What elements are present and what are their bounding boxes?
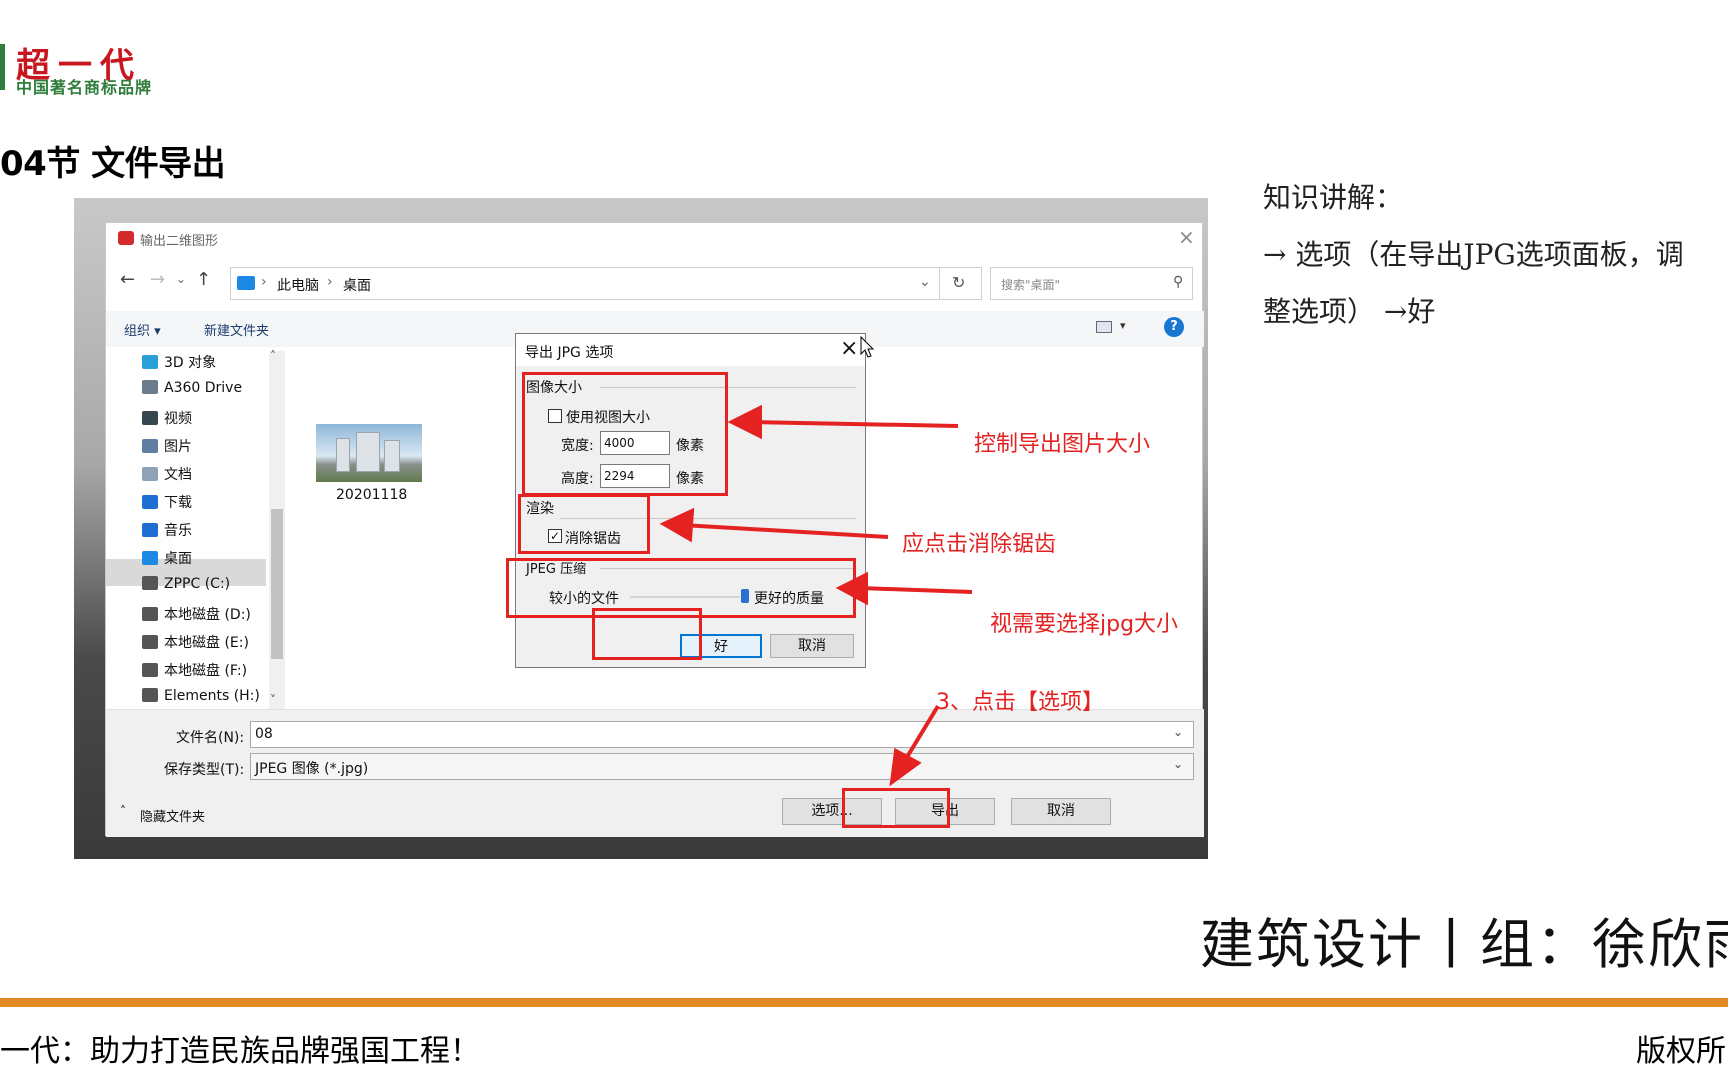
footer-slogan: 一代：助力打造民族品牌强国工程！ — [0, 1034, 480, 1069]
footer-copyright: 版权所 — [1636, 1034, 1726, 1069]
annotation-step-3: 3、点击【选项】 — [936, 690, 1104, 715]
footer-divider — [0, 998, 1728, 1007]
course-title: 建筑设计丨组：徐欣雨 — [1200, 913, 1728, 976]
annotation-quality: 视需要选择jpg大小 — [990, 612, 1179, 637]
annotation-size: 控制导出图片大小 — [974, 432, 1151, 457]
annotation-antialias: 应点击消除锯齿 — [902, 532, 1057, 557]
